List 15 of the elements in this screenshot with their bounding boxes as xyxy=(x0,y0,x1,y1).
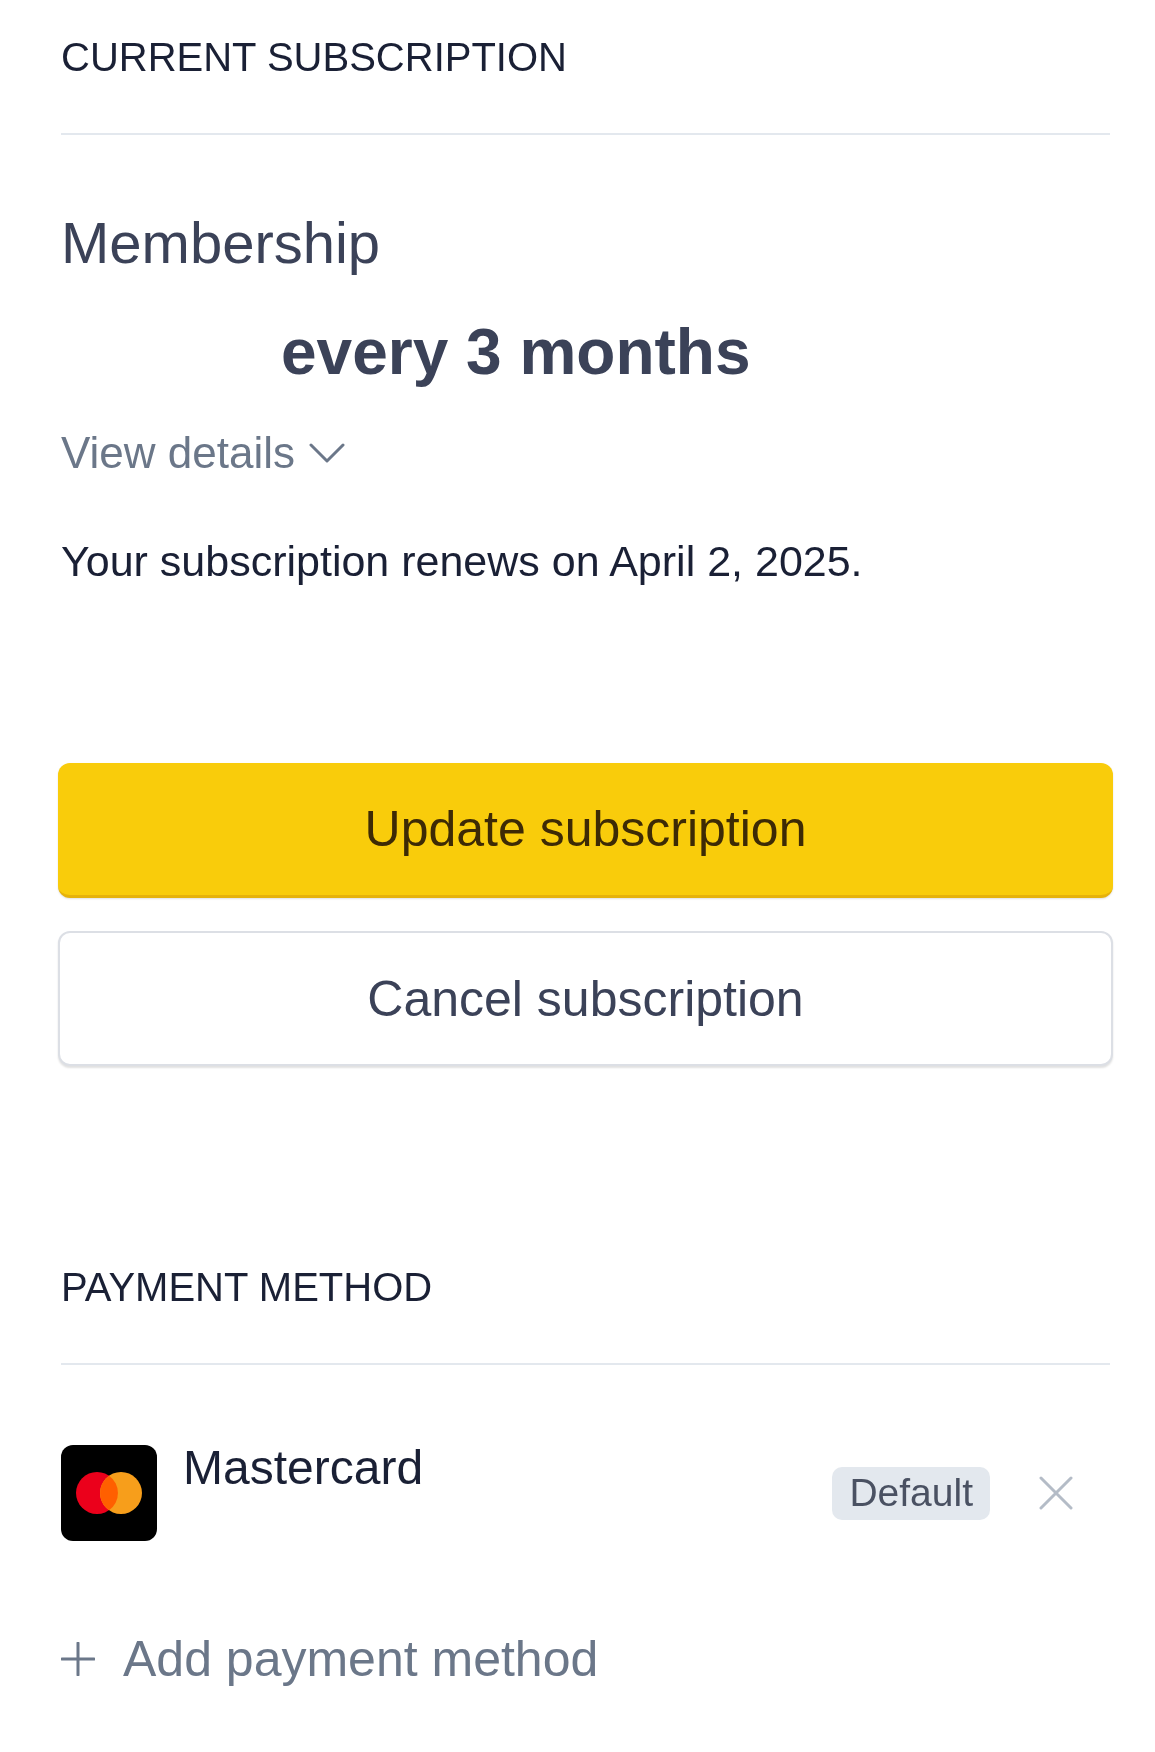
section-heading: PAYMENT METHOD xyxy=(61,1265,433,1309)
view-details-link[interactable]: View details xyxy=(61,428,345,478)
close-icon xyxy=(1039,1476,1073,1510)
section-heading: CURRENT SUBSCRIPTION xyxy=(61,35,567,79)
remove-button[interactable] xyxy=(1039,1476,1073,1510)
default-badge: Default xyxy=(832,1466,990,1520)
card-logo-icon xyxy=(61,1445,157,1541)
plan-name: Membership xyxy=(61,210,381,276)
card-name: Mastercard xyxy=(183,1441,424,1495)
renewal-notice: Your subscription renews on April 2, 2025. xyxy=(61,536,863,586)
cancel-button[interactable]: Cancel subscription xyxy=(58,931,1113,1066)
billing-interval: every 3 months xyxy=(281,316,751,388)
plus-icon xyxy=(61,1642,95,1676)
update-button[interactable]: Update subscription xyxy=(58,763,1113,898)
add-payment-method-button[interactable]: Add payment method xyxy=(61,1631,599,1687)
